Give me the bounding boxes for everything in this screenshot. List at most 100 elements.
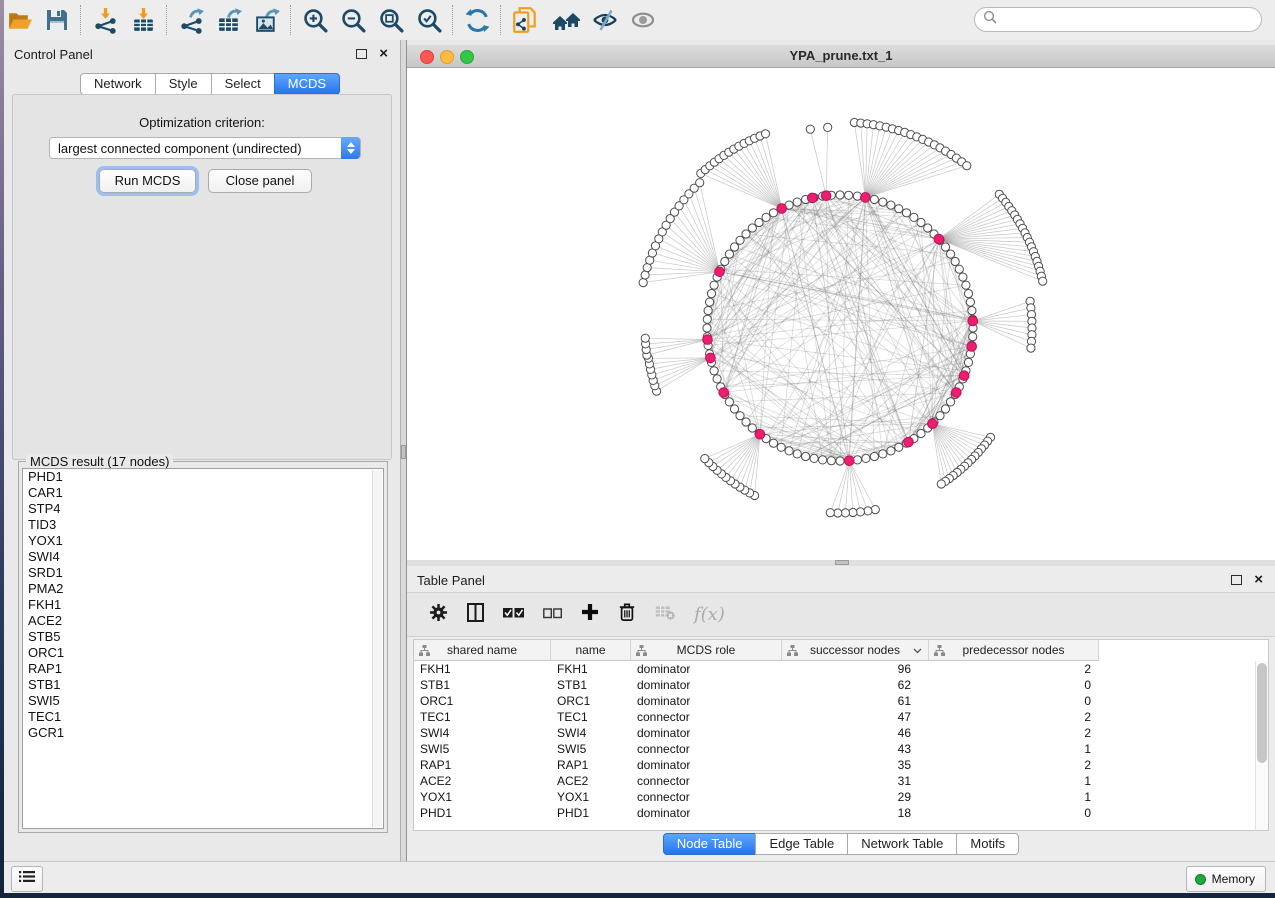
add-column-button[interactable]	[581, 603, 599, 626]
mcds-node[interactable]	[715, 267, 725, 277]
table-cell[interactable]: 2	[929, 725, 1099, 741]
delete-row-button[interactable]	[618, 602, 636, 627]
table-cell[interactable]: 1	[929, 741, 1099, 757]
table-cell[interactable]: dominator	[631, 661, 782, 677]
table-cell[interactable]: 2	[929, 661, 1099, 677]
mcds-result-item[interactable]: STB1	[23, 677, 383, 693]
mcds-result-item[interactable]: GCR1	[23, 725, 383, 741]
table-row[interactable]: TEC1TEC1connector472	[414, 709, 1256, 725]
table-cell[interactable]: 0	[929, 805, 1099, 821]
column-header-predecessor-nodes[interactable]: predecessor nodes	[929, 640, 1099, 661]
column-header-MCDS-role[interactable]: MCDS role	[631, 640, 782, 661]
mcds-result-item[interactable]: YOX1	[23, 533, 383, 549]
table-settings-button[interactable]	[429, 603, 448, 627]
optimization-criterion-dropdown[interactable]: largest connected component (undirected)	[49, 137, 361, 159]
table-cell[interactable]: 47	[782, 709, 929, 725]
import-table-button[interactable]	[124, 4, 162, 36]
table-cell[interactable]: dominator	[631, 693, 782, 709]
table-cell[interactable]: connector	[631, 741, 782, 757]
table-row[interactable]: YOX1YOX1connector291	[414, 789, 1256, 805]
zoom-fit-button[interactable]	[372, 4, 410, 36]
mcds-result-item[interactable]: ACE2	[23, 613, 383, 629]
delete-column-button[interactable]	[655, 605, 675, 625]
search-input[interactable]	[997, 12, 1253, 28]
select-all-button[interactable]	[503, 606, 524, 624]
mcds-node[interactable]	[952, 388, 962, 398]
mcds-node[interactable]	[706, 353, 716, 363]
table-row[interactable]: SWI4SWI4dominator462	[414, 725, 1256, 741]
vertical-splitter[interactable]	[400, 40, 407, 861]
sort-chevron-icon[interactable]	[913, 648, 922, 654]
table-cell[interactable]: 35	[782, 757, 929, 773]
mcds-node[interactable]	[845, 456, 855, 466]
table-cell[interactable]: connector	[631, 789, 782, 805]
mcds-result-item[interactable]: CAR1	[23, 485, 383, 501]
tab-node-table[interactable]: Node Table	[663, 833, 757, 855]
mcds-result-item[interactable]: STB5	[23, 629, 383, 645]
function-builder-button[interactable]: f(x)	[694, 604, 725, 625]
mcds-result-item[interactable]: TID3	[23, 517, 383, 533]
column-header-successor-nodes[interactable]: successor nodes	[782, 640, 929, 661]
table-cell[interactable]: 1	[929, 789, 1099, 805]
table-scrollbar[interactable]	[1255, 661, 1268, 830]
table-cell[interactable]: 2	[929, 709, 1099, 725]
mcds-node[interactable]	[719, 388, 729, 398]
tab-network[interactable]: Network	[80, 73, 156, 95]
table-cell[interactable]: STB1	[414, 677, 551, 693]
mcds-node[interactable]	[967, 342, 977, 352]
mcds-node[interactable]	[861, 193, 871, 203]
tab-mcds[interactable]: MCDS	[274, 73, 340, 95]
table-cell[interactable]: 62	[782, 677, 929, 693]
table-cell[interactable]: SWI5	[414, 741, 551, 757]
mcds-node[interactable]	[934, 234, 944, 244]
mcds-result-item[interactable]: SRD1	[23, 565, 383, 581]
zoom-in-button[interactable]	[296, 4, 334, 36]
table-row[interactable]: STB1STB1dominator620	[414, 677, 1256, 693]
mcds-result-item[interactable]: ORC1	[23, 645, 383, 661]
mcds-result-item[interactable]: STP4	[23, 501, 383, 517]
mcds-list-scrollbar[interactable]	[372, 470, 382, 827]
table-cell[interactable]: dominator	[631, 757, 782, 773]
table-row[interactable]: FKH1FKH1dominator962	[414, 661, 1256, 677]
table-cell[interactable]: SWI5	[551, 741, 631, 757]
save-button[interactable]	[38, 4, 76, 36]
mcds-node[interactable]	[821, 191, 831, 201]
mcds-node[interactable]	[808, 193, 818, 203]
mcds-result-item[interactable]: PMA2	[23, 581, 383, 597]
table-cell[interactable]: STB1	[551, 677, 631, 693]
splitter-grip[interactable]	[835, 560, 849, 565]
dropdown-stepper[interactable]	[341, 137, 360, 159]
table-row[interactable]: ORC1ORC1dominator610	[414, 693, 1256, 709]
table-cell[interactable]: RAP1	[551, 757, 631, 773]
table-cell[interactable]: YOX1	[551, 789, 631, 805]
table-cell[interactable]: dominator	[631, 805, 782, 821]
table-cell[interactable]: 18	[782, 805, 929, 821]
table-cell[interactable]: TEC1	[551, 709, 631, 725]
splitter-grip[interactable]	[401, 445, 406, 459]
column-header-name[interactable]: name	[551, 640, 631, 661]
table-cell[interactable]: dominator	[631, 677, 782, 693]
table-cell[interactable]: RAP1	[414, 757, 551, 773]
table-cell[interactable]: SWI4	[551, 725, 631, 741]
table-cell[interactable]: 61	[782, 693, 929, 709]
tab-select[interactable]: Select	[211, 73, 275, 95]
export-image-button[interactable]	[248, 4, 286, 36]
table-cell[interactable]: 0	[929, 693, 1099, 709]
table-cell[interactable]: dominator	[631, 725, 782, 741]
table-cell[interactable]: FKH1	[551, 661, 631, 677]
mcds-node[interactable]	[904, 437, 914, 447]
table-cell[interactable]: 2	[929, 757, 1099, 773]
mcds-node[interactable]	[755, 429, 765, 439]
show-columns-button[interactable]	[467, 603, 484, 627]
clone-network-button[interactable]	[506, 4, 544, 36]
table-cell[interactable]: PHD1	[414, 805, 551, 821]
table-row[interactable]: RAP1RAP1dominator352	[414, 757, 1256, 773]
table-cell[interactable]: 46	[782, 725, 929, 741]
table-cell[interactable]: TEC1	[414, 709, 551, 725]
open-file-button[interactable]	[0, 4, 38, 36]
task-history-button[interactable]	[11, 866, 43, 892]
table-cell[interactable]: ORC1	[551, 693, 631, 709]
tab-network-table[interactable]: Network Table	[847, 833, 957, 855]
export-table-button[interactable]	[210, 4, 248, 36]
export-network-button[interactable]	[172, 4, 210, 36]
